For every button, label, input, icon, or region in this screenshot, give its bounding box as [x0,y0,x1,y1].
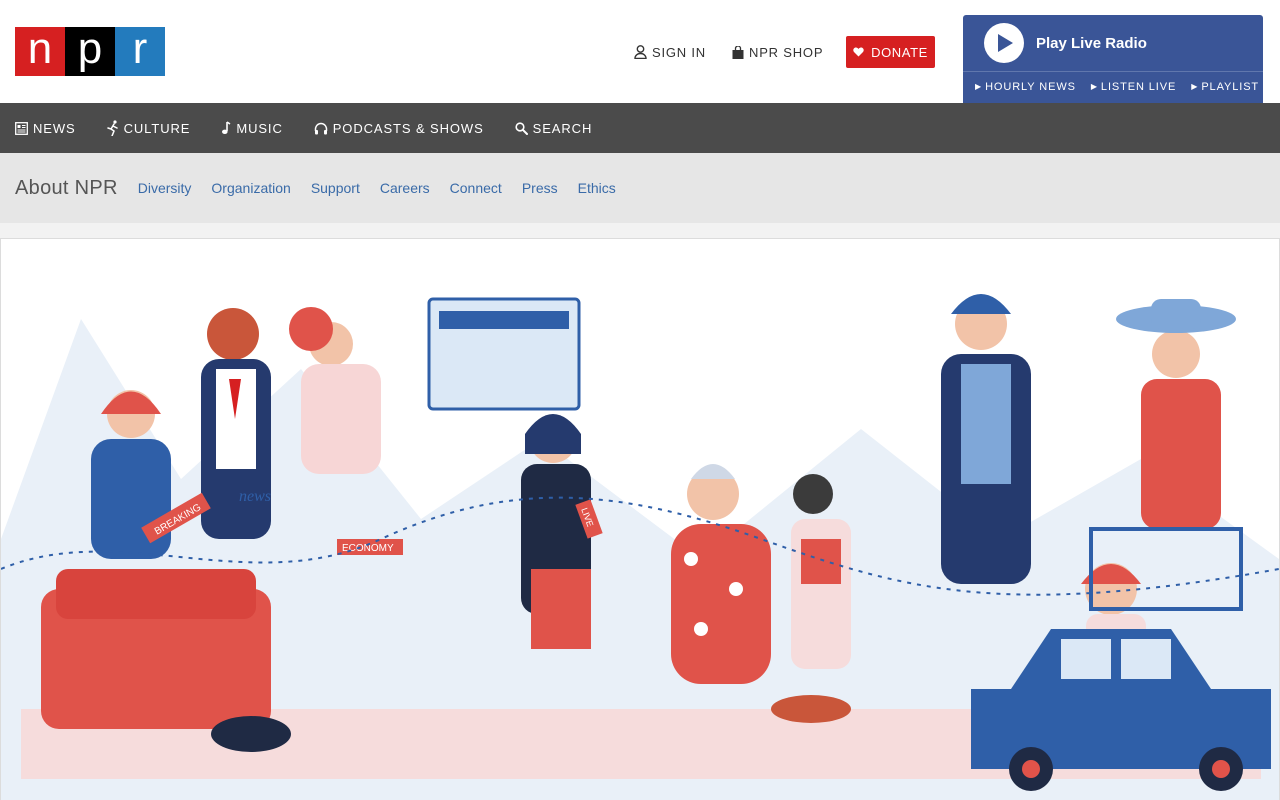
donate-button[interactable]: DONATE [846,36,935,68]
heart-icon [853,47,864,57]
newspaper-icon [15,121,28,135]
listen-live-label: LISTEN LIVE [1100,81,1177,93]
nav-item-label: PODCASTS & SHOWS [332,120,484,136]
about-subnav: About NPR Diversity Organization Support… [0,153,1280,223]
npr-shop-label: NPR SHOP [749,44,824,60]
subnav-link-careers[interactable]: Careers [380,180,430,196]
sign-in-link[interactable]: SIGN IN [634,36,706,68]
nav-item-search[interactable]: SEARCH [515,121,593,136]
hero-illustration: BREAKING ECONOMY LIVE news [0,238,1280,800]
live-radio-panel: Play Live Radio ▶ HOURLY NEWS ▶ LISTEN LIV… [963,15,1263,103]
play-live-radio-label[interactable]: Play Live Radio [1036,35,1147,52]
nav-item-news[interactable]: NEWS [15,121,76,136]
subnav-link-ethics[interactable]: Ethics [578,180,616,196]
logo-letter-p: p [65,26,115,76]
person-figure-7 [941,294,1031,584]
nav-item-label: SEARCH [532,120,593,136]
nav-item-music[interactable]: MUSIC [221,121,282,136]
caret-right-icon: ▶ [1090,82,1098,91]
play-button[interactable] [984,23,1024,63]
main-nav: NEWS CULTURE MUSIC PODCASTS & SHOWS SEAR… [0,103,1280,153]
hourly-news-link[interactable]: ▶ HOURLY NEWS [975,81,1076,93]
listen-live-link[interactable]: ▶ LISTEN LIVE [1091,81,1176,93]
donate-label: DONATE [871,44,928,60]
sign-in-label: SIGN IN [652,44,706,60]
person-figure-4 [521,414,591,649]
search-icon [515,121,528,135]
economy-ribbon: ECONOMY [337,539,403,555]
nav-item-label: CULTURE [123,120,191,136]
caret-right-icon: ▶ [975,82,983,91]
playlist-label: PLAYLIST [1201,81,1260,93]
headphones-icon [314,122,328,135]
logo-letter-n: n [15,26,65,76]
shopping-bag-icon [732,45,744,59]
person-figure-5 [671,464,771,684]
music-note-icon [221,121,231,135]
subnav-link-press[interactable]: Press [522,180,558,196]
section-title[interactable]: About NPR [15,177,118,200]
user-icon [634,45,647,59]
nav-item-podcasts[interactable]: PODCASTS & SHOWS [314,121,484,136]
subnav-link-support[interactable]: Support [311,180,360,196]
hourly-news-label: HOURLY NEWS [985,81,1076,93]
crowd-illustration: BREAKING ECONOMY LIVE news [1,294,1279,800]
news-script-label: news [239,488,271,505]
subnav-link-connect[interactable]: Connect [450,180,502,196]
radio-divider [963,71,1263,72]
npr-shop-link[interactable]: NPR SHOP [732,36,823,68]
logo-letter-r: r [115,26,165,76]
npr-logo[interactable]: n p r [15,26,165,76]
nav-item-label: MUSIC [236,120,283,136]
nav-item-culture[interactable]: CULTURE [106,120,191,136]
caret-right-icon: ▶ [1191,82,1199,91]
subnav-link-diversity[interactable]: Diversity [138,180,192,196]
nav-item-label: NEWS [33,120,76,136]
person-figure-3 [289,307,381,474]
subnav-link-organization[interactable]: Organization [211,180,290,196]
top-header: n p r SIGN IN NPR SHOP DONATE Play Live … [0,0,1280,103]
radio-links: ▶ HOURLY NEWS ▶ LISTEN LIVE ▶ PLAYLIST [975,81,1259,93]
culture-icon [106,120,119,136]
play-icon [998,34,1013,52]
playlist-link[interactable]: ▶ PLAYLIST [1191,81,1259,93]
